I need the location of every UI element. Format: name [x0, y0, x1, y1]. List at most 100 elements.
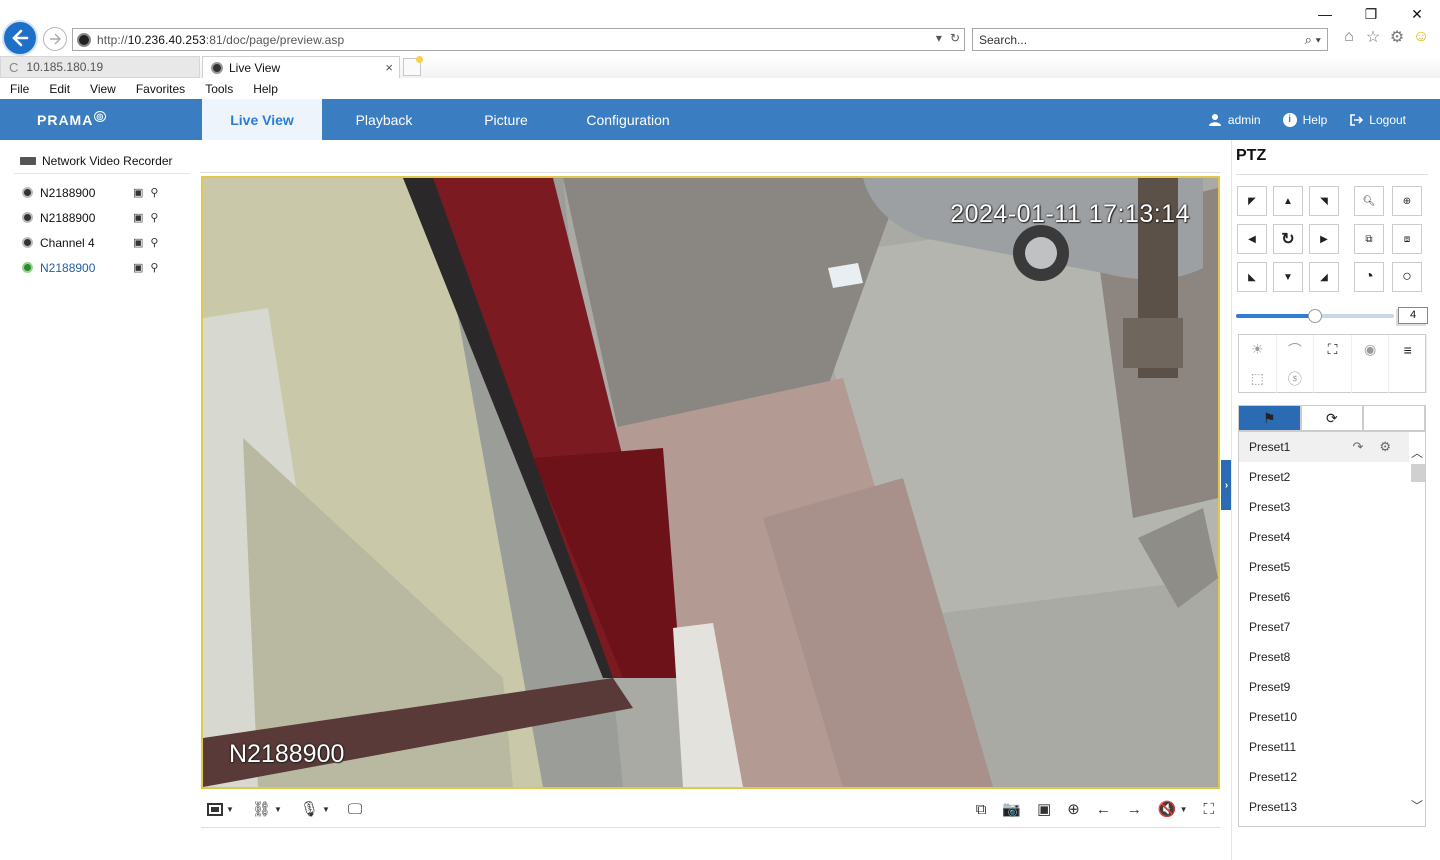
- preset-item[interactable]: Preset7: [1239, 612, 1425, 642]
- gear-icon[interactable]: ⚙: [1388, 28, 1406, 46]
- pan-up-right-button[interactable]: ◥: [1309, 186, 1339, 216]
- new-tab-button[interactable]: [403, 56, 423, 76]
- zoom-in-button[interactable]: ⊕: [1392, 186, 1422, 216]
- fullscreen-button[interactable]: ⛶: [1203, 801, 1214, 818]
- preset-item[interactable]: Preset11: [1239, 732, 1425, 762]
- gear-icon[interactable]: ⚙: [1379, 439, 1391, 455]
- smiley-feedback-icon[interactable]: ☺: [1412, 28, 1430, 46]
- tab-patrol[interactable]: ⟳: [1302, 406, 1365, 430]
- ptz-control-icon[interactable]: ⚲: [150, 261, 158, 274]
- close-window-button[interactable]: ✕: [1394, 0, 1440, 28]
- capture-button[interactable]: 📷: [1002, 800, 1021, 818]
- close-tab-icon[interactable]: ×: [385, 60, 393, 75]
- menu-edit[interactable]: Edit: [39, 82, 80, 96]
- dropdown-arrow-icon[interactable]: ▾: [936, 31, 942, 45]
- regional-focus-icon[interactable]: ⬚: [1239, 364, 1277, 393]
- menu-file[interactable]: File: [0, 82, 39, 96]
- tab-live-view[interactable]: Live View ×: [202, 56, 400, 78]
- audio-talk-button[interactable]: 🎙 ▼: [300, 800, 330, 818]
- tilt-up-button[interactable]: ▲: [1273, 186, 1303, 216]
- tab-inactive[interactable]: C 10.185.180.19: [0, 56, 200, 78]
- preset-item[interactable]: Preset8: [1239, 642, 1425, 672]
- window-layout-button[interactable]: ▼: [207, 802, 234, 816]
- ptz-control-icon[interactable]: ⚲: [150, 211, 158, 224]
- refresh-icon[interactable]: ↻: [950, 31, 960, 45]
- preset-item[interactable]: Preset6: [1239, 582, 1425, 612]
- preset-item[interactable]: Preset4: [1239, 522, 1425, 552]
- focus-near-button[interactable]: ⧉: [1354, 224, 1384, 254]
- preset-item[interactable]: Preset5: [1239, 552, 1425, 582]
- pan-left-button[interactable]: ◀: [1237, 224, 1267, 254]
- tab-picture[interactable]: Picture: [446, 99, 566, 140]
- 3d-positioning-icon[interactable]: ⓢ: [1277, 364, 1315, 393]
- channel-item[interactable]: N2188900 ▣ ⚲: [14, 205, 190, 230]
- pan-down-left-button[interactable]: ◣: [1237, 262, 1267, 292]
- menu-help[interactable]: Help: [243, 82, 288, 96]
- logout-link[interactable]: Logout: [1349, 113, 1406, 127]
- tab-playback[interactable]: Playback: [324, 99, 444, 140]
- volume-button[interactable]: 🔇 ▼: [1158, 800, 1188, 818]
- live-video-window[interactable]: 2024-01-11 17:13:14 N2188900: [201, 176, 1220, 789]
- restore-button[interactable]: ❐: [1348, 0, 1394, 28]
- menu-icon[interactable]: ≡: [1389, 335, 1427, 364]
- tree-root-nvr[interactable]: Network Video Recorder: [14, 148, 190, 174]
- record-icon[interactable]: ▣: [133, 261, 143, 274]
- preset-item[interactable]: Preset12: [1239, 762, 1425, 792]
- prev-page-button[interactable]: ←: [1096, 801, 1111, 818]
- slider-handle[interactable]: [1308, 309, 1322, 323]
- help-link[interactable]: i Help: [1282, 112, 1327, 127]
- minimize-button[interactable]: —: [1302, 0, 1348, 28]
- stop-all-button[interactable]: ⧉: [976, 801, 987, 818]
- menu-favorites[interactable]: Favorites: [126, 82, 195, 96]
- record-icon[interactable]: ▣: [133, 211, 143, 224]
- auto-scan-button[interactable]: ↻: [1273, 224, 1303, 254]
- stream-type-button[interactable]: ⛓ ▼: [252, 800, 282, 818]
- wiper-icon[interactable]: ⌒: [1277, 335, 1315, 364]
- home-icon[interactable]: ⌂: [1340, 28, 1358, 46]
- forward-button[interactable]: [43, 27, 67, 51]
- preset-item[interactable]: Preset9: [1239, 672, 1425, 702]
- menu-view[interactable]: View: [80, 82, 126, 96]
- menu-tools[interactable]: Tools: [195, 82, 243, 96]
- preset-item[interactable]: Preset13: [1239, 792, 1425, 822]
- all-windows-button[interactable]: 🖵: [348, 801, 362, 818]
- favorites-star-icon[interactable]: ☆: [1364, 28, 1382, 46]
- tab-live-view[interactable]: Live View: [202, 99, 322, 140]
- preset-item[interactable]: Preset10: [1239, 702, 1425, 732]
- ptz-control-icon[interactable]: ⚲: [150, 186, 158, 199]
- tilt-down-button[interactable]: ▼: [1273, 262, 1303, 292]
- channel-item[interactable]: N2188900 ▣ ⚲: [14, 180, 190, 205]
- tab-configuration[interactable]: Configuration: [568, 99, 688, 140]
- search-icon[interactable]: ⌕ ▾: [1305, 32, 1321, 48]
- scroll-thumb[interactable]: [1411, 464, 1425, 482]
- chevron-down-icon[interactable]: ﹀: [1410, 797, 1424, 814]
- iris-close-button[interactable]: ○: [1392, 262, 1422, 292]
- record-icon[interactable]: ▣: [133, 236, 143, 249]
- channel-item[interactable]: Channel 4 ▣ ⚲: [14, 230, 190, 255]
- preset-scrollbar[interactable]: ︿ ﹀: [1409, 432, 1425, 826]
- pan-right-button[interactable]: ▶: [1309, 224, 1339, 254]
- record-icon[interactable]: ▣: [133, 186, 143, 199]
- search-input[interactable]: Search... ⌕ ▾: [972, 28, 1328, 51]
- iris-open-button[interactable]: ◔: [1354, 262, 1384, 292]
- tab-pattern[interactable]: [1364, 406, 1425, 430]
- preset-item[interactable]: Preset3: [1239, 492, 1425, 522]
- preset-item[interactable]: Preset2: [1239, 462, 1425, 492]
- digital-zoom-button[interactable]: ⊕: [1067, 800, 1080, 818]
- address-bar[interactable]: http://10.236.40.253:81/doc/page/preview…: [72, 28, 965, 51]
- light-icon[interactable]: ☀: [1239, 335, 1277, 364]
- lens-init-icon[interactable]: ◉: [1352, 335, 1390, 364]
- call-preset-icon[interactable]: ↷: [1352, 439, 1363, 455]
- record-button[interactable]: ▣: [1037, 800, 1051, 818]
- ptz-speed-slider[interactable]: [1236, 309, 1394, 323]
- next-page-button[interactable]: →: [1127, 801, 1142, 818]
- tab-preset[interactable]: ⚑: [1239, 406, 1302, 430]
- zoom-out-button[interactable]: 🔍︎: [1354, 186, 1384, 216]
- chevron-up-icon[interactable]: ︿: [1410, 444, 1424, 461]
- auxiliary-focus-icon[interactable]: ⛶: [1314, 335, 1352, 364]
- user-menu[interactable]: admin: [1208, 113, 1261, 127]
- pan-up-left-button[interactable]: ◤: [1237, 186, 1267, 216]
- channel-item-selected[interactable]: N2188900 ▣ ⚲: [14, 255, 190, 280]
- ptz-control-icon[interactable]: ⚲: [150, 236, 158, 249]
- preset-item[interactable]: Preset1 ↷ ⚙: [1239, 432, 1425, 462]
